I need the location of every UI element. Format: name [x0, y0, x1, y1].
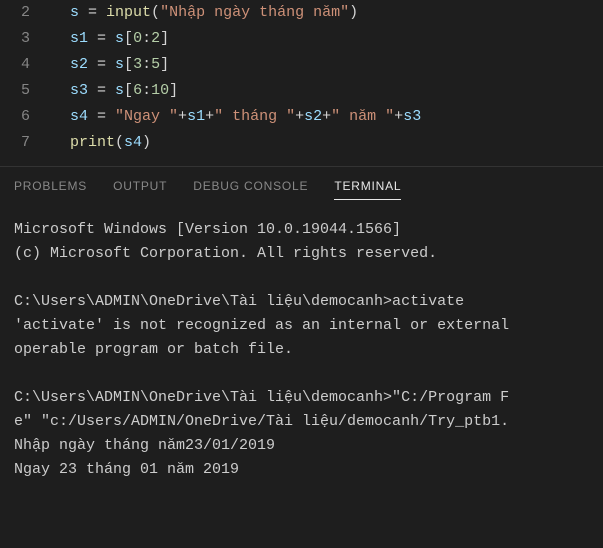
terminal-output[interactable]: Microsoft Windows [Version 10.0.19044.15…	[0, 208, 603, 482]
bottom-panel: PROBLEMS OUTPUT DEBUG CONSOLE TERMINAL M…	[0, 166, 603, 482]
tab-output[interactable]: OUTPUT	[113, 179, 167, 200]
line-number: 4	[0, 52, 50, 78]
code-line[interactable]: 5s3 = s[6:10]	[0, 78, 603, 104]
code-line[interactable]: 2s = input("Nhập ngày tháng năm")	[0, 0, 603, 26]
tab-debug-console[interactable]: DEBUG CONSOLE	[193, 179, 308, 200]
code-line[interactable]: 3s1 = s[0:2]	[0, 26, 603, 52]
line-number: 6	[0, 104, 50, 130]
code-editor[interactable]: 2s = input("Nhập ngày tháng năm")3s1 = s…	[0, 0, 603, 166]
code-line[interactable]: 4s2 = s[3:5]	[0, 52, 603, 78]
line-number: 5	[0, 78, 50, 104]
terminal-line	[14, 266, 589, 290]
line-number: 2	[0, 0, 50, 26]
terminal-line: operable program or batch file.	[14, 338, 589, 362]
terminal-line: Nhập ngày tháng năm23/01/2019	[14, 434, 589, 458]
tab-terminal[interactable]: TERMINAL	[334, 179, 401, 200]
terminal-line: C:\Users\ADMIN\OneDrive\Tài liệu\democan…	[14, 290, 589, 314]
code-content[interactable]: s4 = "Ngay "+s1+" tháng "+s2+" năm "+s3	[50, 104, 603, 130]
code-content[interactable]: s = input("Nhập ngày tháng năm")	[50, 0, 603, 26]
line-number: 3	[0, 26, 50, 52]
code-content[interactable]: s2 = s[3:5]	[50, 52, 603, 78]
code-content[interactable]: print(s4)	[50, 130, 603, 156]
terminal-line: 'activate' is not recognized as an inter…	[14, 314, 589, 338]
terminal-line	[14, 362, 589, 386]
line-number: 7	[0, 130, 50, 156]
code-content[interactable]: s3 = s[6:10]	[50, 78, 603, 104]
terminal-line: e" "c:/Users/ADMIN/OneDrive/Tài liệu/dem…	[14, 410, 589, 434]
terminal-line: Microsoft Windows [Version 10.0.19044.15…	[14, 218, 589, 242]
panel-tabs: PROBLEMS OUTPUT DEBUG CONSOLE TERMINAL	[0, 167, 603, 208]
terminal-line: (c) Microsoft Corporation. All rights re…	[14, 242, 589, 266]
code-line[interactable]: 7print(s4)	[0, 130, 603, 156]
terminal-line: Ngay 23 tháng 01 năm 2019	[14, 458, 589, 482]
code-line[interactable]: 6s4 = "Ngay "+s1+" tháng "+s2+" năm "+s3	[0, 104, 603, 130]
terminal-line: C:\Users\ADMIN\OneDrive\Tài liệu\democan…	[14, 386, 589, 410]
code-content[interactable]: s1 = s[0:2]	[50, 26, 603, 52]
tab-problems[interactable]: PROBLEMS	[14, 179, 87, 200]
